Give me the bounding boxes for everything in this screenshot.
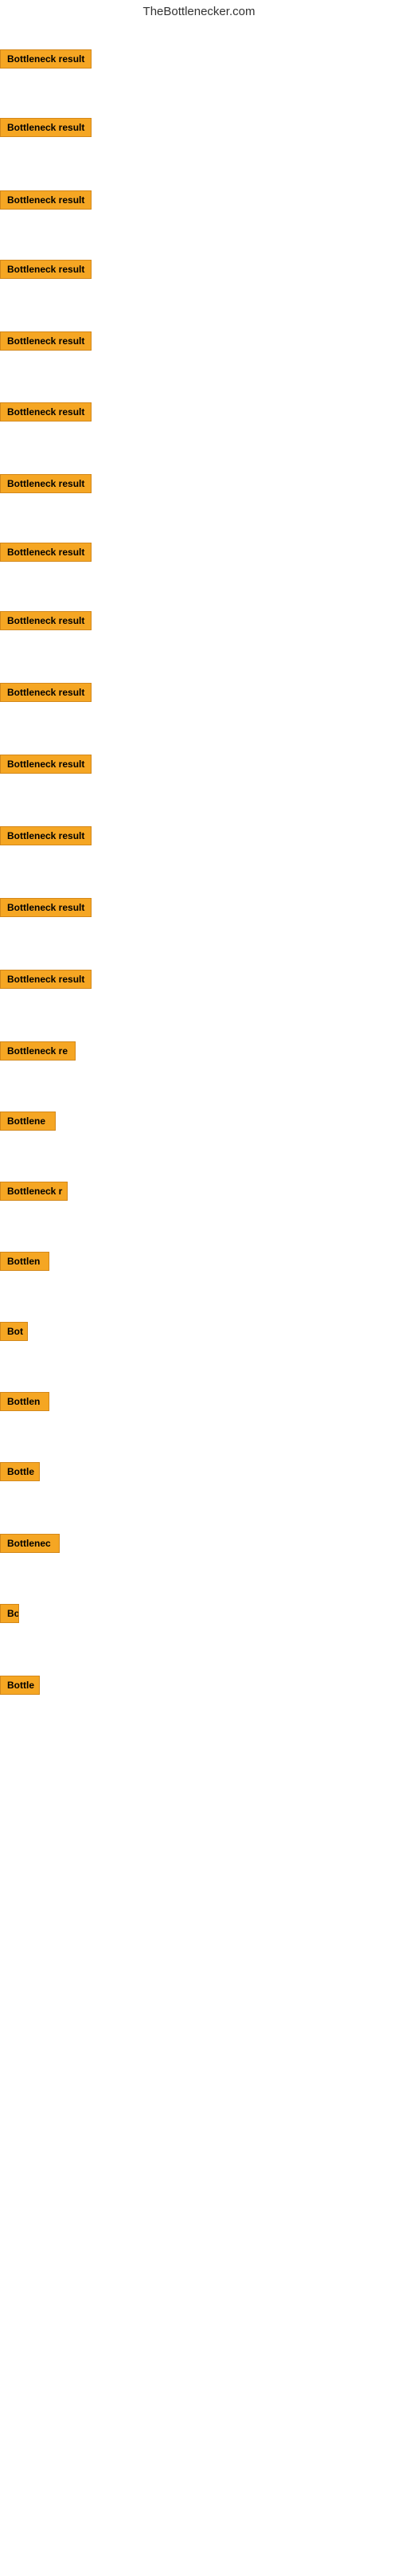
bottleneck-badge[interactable]: Bottleneck result [0,755,92,774]
bottleneck-badge[interactable]: Bottleneck result [0,402,92,421]
list-item: Bottleneck result [0,681,92,708]
list-item: Bottleneck result [0,189,92,215]
list-item: Bottleneck re [0,1040,76,1066]
list-item: Bottleneck result [0,753,92,779]
list-item: Bottleneck result [0,472,92,499]
bottleneck-badge[interactable]: Bo [0,1604,19,1623]
list-item: Bottleneck result [0,401,92,427]
bottleneck-badge[interactable]: Bottleneck result [0,474,92,493]
list-item: Bottleneck result [0,896,92,923]
list-item: Bottlen [0,1250,49,1276]
list-item: Bottlene [0,1110,56,1136]
list-item: Bot [0,1320,28,1347]
bottleneck-badge[interactable]: Bottleneck result [0,190,92,210]
bottleneck-badge[interactable]: Bottleneck result [0,683,92,702]
list-item: Bottleneck result [0,610,92,636]
bottleneck-badge[interactable]: Bottleneck result [0,260,92,279]
bottleneck-badge[interactable]: Bottleneck re [0,1041,76,1061]
bottleneck-badge[interactable]: Bottleneck result [0,970,92,989]
bottleneck-badge[interactable]: Bottleneck r [0,1182,68,1201]
bottleneck-badge[interactable]: Bottleneck result [0,611,92,630]
bottleneck-badge[interactable]: Bottlen [0,1392,49,1411]
bottleneck-badge[interactable]: Bottleneck result [0,826,92,845]
list-item: Bottle [0,1674,40,1700]
list-item: Bottleneck result [0,116,92,143]
list-item: Bottleneck result [0,541,92,567]
bottleneck-badge[interactable]: Bot [0,1322,28,1341]
list-item: Bottlenec [0,1532,60,1559]
list-item: Bottleneck result [0,48,92,74]
bottleneck-badge[interactable]: Bottlene [0,1112,56,1131]
bottleneck-badge[interactable]: Bottleneck result [0,118,92,137]
bottleneck-badge[interactable]: Bottleneck result [0,331,92,351]
items-container: Bottleneck result Bottleneck result Bottle… [0,26,398,2576]
bottleneck-badge[interactable]: Bottle [0,1462,40,1481]
bottleneck-badge[interactable]: Bottleneck result [0,543,92,562]
bottleneck-badge[interactable]: Bottlen [0,1252,49,1271]
list-item: Bottleneck result [0,825,92,851]
list-item: Bottlen [0,1390,49,1417]
list-item: Bottle [0,1461,40,1487]
site-title: TheBottlenecker.com [0,0,398,26]
bottleneck-badge[interactable]: Bottlenec [0,1534,60,1553]
list-item: Bo [0,1602,19,1629]
list-item: Bottleneck result [0,330,92,356]
list-item: Bottleneck result [0,968,92,994]
bottleneck-badge[interactable]: Bottleneck result [0,898,92,917]
list-item: Bottleneck r [0,1180,68,1206]
bottleneck-badge[interactable]: Bottleneck result [0,49,92,69]
list-item: Bottleneck result [0,258,92,284]
bottleneck-badge[interactable]: Bottle [0,1676,40,1695]
